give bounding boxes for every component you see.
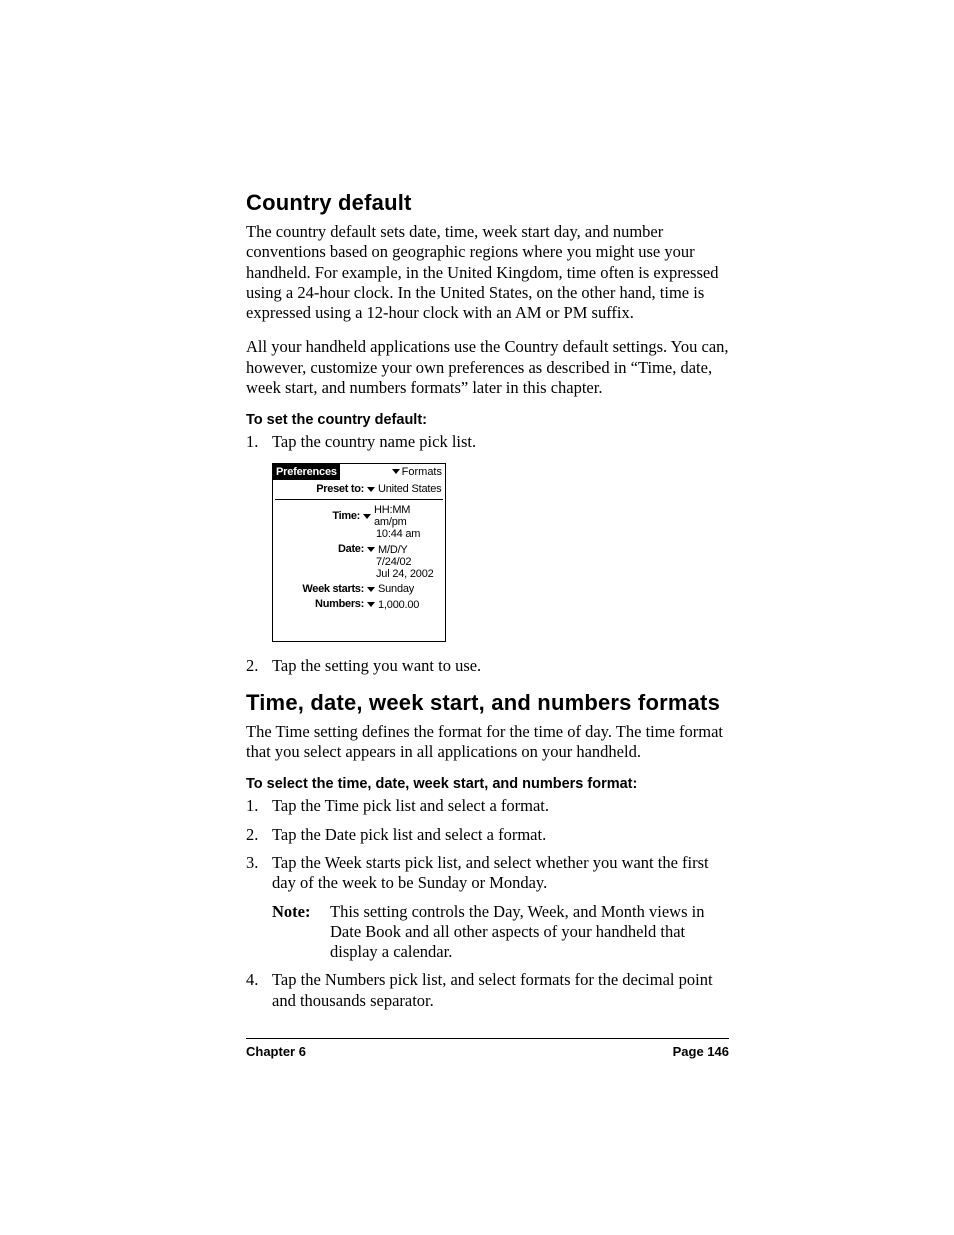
screenshot-category-picklist[interactable]: Formats [392,466,445,478]
step-item: Tap the Date pick list and select a form… [246,825,732,845]
dropdown-triangle-icon [367,587,375,592]
footer-chapter: Chapter 6 [246,1044,306,1059]
preset-to-label: Preset to: [276,483,367,495]
procedure-steps: Tap the Time pick list and select a form… [246,796,732,1011]
date-value: M/D/Y [378,544,408,556]
numbers-value: 1,000.00 [378,599,419,611]
date-picklist[interactable]: M/D/Y [367,544,408,556]
dropdown-triangle-icon [367,547,375,552]
time-row: Time: HH:MM am/pm [273,504,445,528]
date-label: Date: [276,543,367,555]
screenshot-titlebar: Preferences Formats [273,464,445,480]
screenshot-app-title: Preferences [273,464,340,480]
preset-to-value: United States [378,483,441,495]
step-item: Tap the setting you want to use. [246,656,732,676]
date-row: Date: M/D/Y [273,543,445,556]
week-starts-row: Week starts: Sunday [273,583,445,596]
heading-country-default: Country default [246,190,732,216]
step-item: Tap the Numbers pick list, and select fo… [246,970,732,1011]
dropdown-triangle-icon [392,469,400,474]
numbers-picklist[interactable]: 1,000.00 [367,599,419,611]
dropdown-triangle-icon [367,487,375,492]
date-example-2: Jul 24, 2002 [376,568,445,580]
page-footer: Chapter 6 Page 146 [246,1044,729,1059]
step-item: Tap the Week starts pick list, and selec… [246,853,732,962]
time-picklist[interactable]: HH:MM am/pm [363,504,442,528]
preset-to-picklist[interactable]: United States [367,483,441,495]
numbers-row: Numbers: 1,000.00 [273,598,445,611]
screenshot-category-label: Formats [402,466,442,478]
footer-page-number: Page 146 [673,1044,729,1059]
note-label: Note: [272,902,330,963]
time-value: HH:MM am/pm [374,504,442,528]
procedure-steps-continued: Tap the setting you want to use. [246,656,732,676]
step-text: Tap the Week starts pick list, and selec… [272,853,709,892]
preset-to-row: Preset to: United States [273,483,445,496]
document-page: Country default The country default sets… [0,0,954,1235]
dropdown-triangle-icon [367,602,375,607]
week-starts-value: Sunday [378,583,414,595]
numbers-label: Numbers: [276,598,367,610]
heading-formats: Time, date, week start, and numbers form… [246,690,732,716]
preferences-screenshot: Preferences Formats Preset to: United St… [272,463,446,642]
step-item: Tap the country name pick list. [246,432,732,452]
paragraph: The country default sets date, time, wee… [246,222,732,323]
week-starts-picklist[interactable]: Sunday [367,583,414,595]
paragraph: The Time setting defines the format for … [246,722,732,763]
dropdown-triangle-icon [363,514,371,519]
procedure-heading: To select the time, date, week start, an… [246,776,732,792]
procedure-steps: Tap the country name pick list. [246,432,732,452]
divider [275,499,443,500]
procedure-heading: To set the country default: [246,412,732,428]
week-starts-label: Week starts: [276,583,367,595]
paragraph: All your handheld applications use the C… [246,337,732,398]
time-example: 10:44 am [376,528,445,540]
date-example-1: 7/24/02 [376,556,445,568]
time-label: Time: [276,510,363,522]
step-item: Tap the Time pick list and select a form… [246,796,732,816]
note-text: This setting controls the Day, Week, and… [330,902,732,963]
note: Note: This setting controls the Day, Wee… [272,902,732,963]
footer-rule [246,1038,729,1039]
